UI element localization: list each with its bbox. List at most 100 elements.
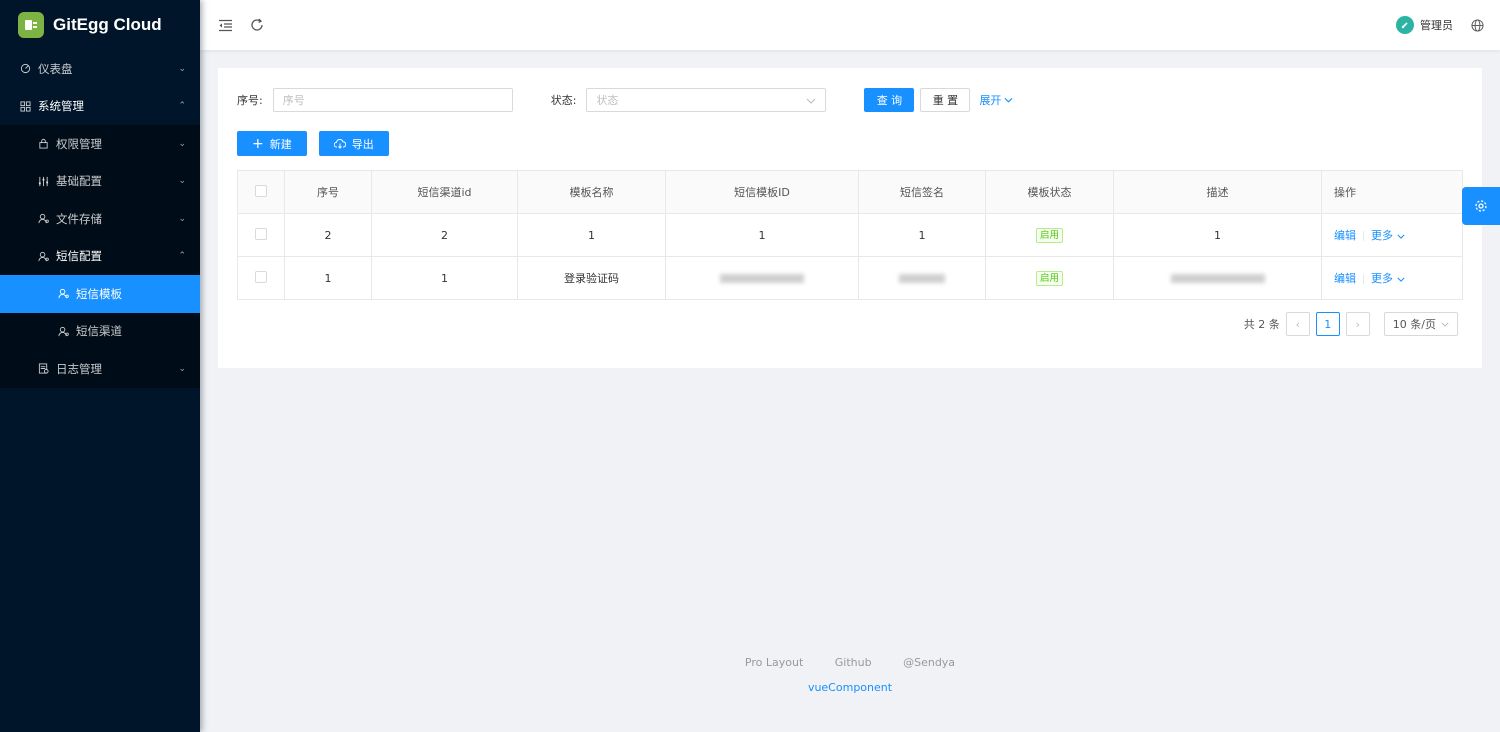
status-label: 状态: [550, 94, 577, 107]
query-button[interactable]: 查 询 [864, 88, 915, 112]
column-header[interactable]: 模板名称 [517, 170, 666, 214]
redacted-value [1170, 274, 1265, 283]
footer-link[interactable]: @Sendya [903, 656, 955, 669]
more-link[interactable]: 更多 [1371, 229, 1405, 242]
page-size-select[interactable]: 10 条/页 [1383, 312, 1458, 336]
sidebar-item-sms-channel[interactable]: 短信渠道 [0, 313, 200, 351]
sidebar-item-log[interactable]: 日志管理 ⌄ [0, 350, 200, 388]
sidebar-item-basic-config[interactable]: 基础配置 ⌄ [0, 163, 200, 201]
serial-input[interactable]: 序号 [272, 88, 513, 112]
footer: Pro Layout Github @Sendya vueComponent [200, 656, 1500, 694]
table-row: 2 2 1 1 1 启用 1 编辑 更多 [237, 213, 1463, 257]
sidebar: GitEgg Cloud 仪表盘 ⌄ 系统管理 ⌃ 权限管理 ⌄ 基础配置 ⌄ [0, 0, 200, 732]
chevron-down-icon: ⌄ [178, 213, 186, 224]
plus-icon: + [252, 135, 264, 152]
sidebar-item-label: 系统管理 [38, 99, 84, 114]
column-header: 操作 [1321, 170, 1463, 214]
status-select[interactable]: 状态 [586, 88, 827, 112]
sidebar-item-label: 短信模板 [76, 286, 122, 301]
footer-link[interactable]: Pro Layout [745, 656, 803, 669]
settings-drawer-button[interactable] [1462, 187, 1500, 225]
sidebar-item-label: 基础配置 [56, 174, 102, 189]
next-page-button[interactable]: › [1345, 312, 1370, 336]
cell-channel-id: 1 [371, 256, 518, 300]
dashboard-icon [18, 63, 32, 74]
export-label: 导出 [351, 137, 374, 151]
sidebar-item-sms-template[interactable]: 短信模板 [0, 275, 200, 313]
sidebar-item-file-storage[interactable]: 文件存储 ⌄ [0, 200, 200, 238]
row-checkbox[interactable] [255, 227, 267, 240]
footer-link[interactable]: Github [835, 656, 872, 669]
avatar[interactable] [1396, 16, 1414, 34]
cell-template-id [665, 256, 859, 300]
logo-icon [18, 12, 44, 38]
select-all-cell [237, 170, 285, 214]
status-badge: 启用 [1035, 227, 1063, 243]
chevron-down-icon [1441, 322, 1449, 327]
select-all-checkbox[interactable] [255, 184, 267, 197]
page-number[interactable]: 1 [1315, 312, 1340, 336]
logo[interactable]: GitEgg Cloud [0, 0, 200, 50]
sidebar-item-label: 仪表盘 [38, 61, 73, 76]
system-icon [18, 101, 32, 112]
cell-actions: 编辑 更多 [1321, 256, 1463, 300]
status-badge: 启用 [1035, 270, 1063, 286]
cell-template-name: 登录验证码 [517, 256, 666, 300]
search-form: 序号: 序号 状态: 状态 查 询 重 置 展开 [237, 88, 1013, 112]
sidebar-item-system[interactable]: 系统管理 ⌃ [0, 88, 200, 126]
row-select-cell [237, 213, 285, 257]
cell-signature [858, 256, 986, 300]
divider [1363, 274, 1364, 284]
menu-fold-icon[interactable] [216, 16, 234, 34]
more-link[interactable]: 更多 [1371, 272, 1405, 285]
edit-link[interactable]: 编辑 [1334, 272, 1356, 285]
cell-description: 1 [1113, 213, 1322, 257]
row-select-cell [237, 256, 285, 300]
sidebar-item-label: 短信渠道 [76, 324, 122, 339]
cell-serial: 2 [284, 213, 372, 257]
redacted-value [720, 274, 804, 283]
cell-signature: 1 [858, 213, 986, 257]
chevron-down-icon [1396, 234, 1405, 239]
serial-label: 序号: [237, 94, 263, 107]
expand-link[interactable]: 展开 [979, 92, 1013, 108]
top-header: 管理员 [200, 0, 1500, 50]
chevron-down-icon: ⌄ [178, 363, 186, 374]
column-header[interactable]: 模板状态 [985, 170, 1114, 214]
column-header[interactable]: 描述 [1113, 170, 1322, 214]
chevron-up-icon: ⌃ [178, 101, 186, 112]
total-count: 共 2 条 [1243, 318, 1280, 331]
pagination: 共 2 条 ‹ 1 › 10 条/页 [1244, 312, 1458, 336]
cell-template-id: 1 [665, 213, 859, 257]
system-submenu: 权限管理 ⌄ 基础配置 ⌄ 文件存储 ⌄ 短信配置 ⌃ 短信模板 短信渠道 日志… [0, 125, 200, 388]
column-header[interactable]: 短信签名 [858, 170, 986, 214]
status-placeholder: 状态 [596, 94, 619, 107]
sidebar-item-dashboard[interactable]: 仪表盘 ⌄ [0, 50, 200, 88]
row-checkbox[interactable] [255, 270, 267, 283]
footer-credit[interactable]: vueComponent [200, 681, 1500, 694]
reset-button[interactable]: 重 置 [920, 88, 971, 112]
new-button[interactable]: + 新建 [237, 131, 307, 156]
edit-link[interactable]: 编辑 [1334, 229, 1356, 242]
sidebar-item-sms-config[interactable]: 短信配置 ⌃ [0, 238, 200, 276]
sidebar-item-permission[interactable]: 权限管理 ⌄ [0, 125, 200, 163]
refresh-icon[interactable] [248, 16, 266, 34]
globe-icon[interactable] [1471, 18, 1484, 32]
table-toolbar: + 新建 导出 [237, 131, 401, 156]
user-cog-icon [56, 326, 70, 337]
cell-actions: 编辑 更多 [1321, 213, 1463, 257]
app-title: GitEgg Cloud [53, 15, 162, 34]
chevron-down-icon [1396, 277, 1405, 282]
chevron-down-icon: ⌄ [178, 176, 186, 187]
user-name[interactable]: 管理员 [1420, 17, 1453, 33]
lock-icon [36, 138, 50, 149]
column-header[interactable]: 短信渠道id [371, 170, 518, 214]
cell-status: 启用 [985, 213, 1114, 257]
prev-page-button[interactable]: ‹ [1285, 312, 1310, 336]
cell-serial: 1 [284, 256, 372, 300]
chevron-down-icon [1004, 97, 1013, 103]
column-header[interactable]: 序号 [284, 170, 372, 214]
column-header[interactable]: 短信模板ID [665, 170, 859, 214]
data-table: 序号 短信渠道id 模板名称 短信模板ID 短信签名 模板状态 描述 操作 2 … [237, 170, 1463, 300]
export-button[interactable]: 导出 [318, 131, 389, 156]
